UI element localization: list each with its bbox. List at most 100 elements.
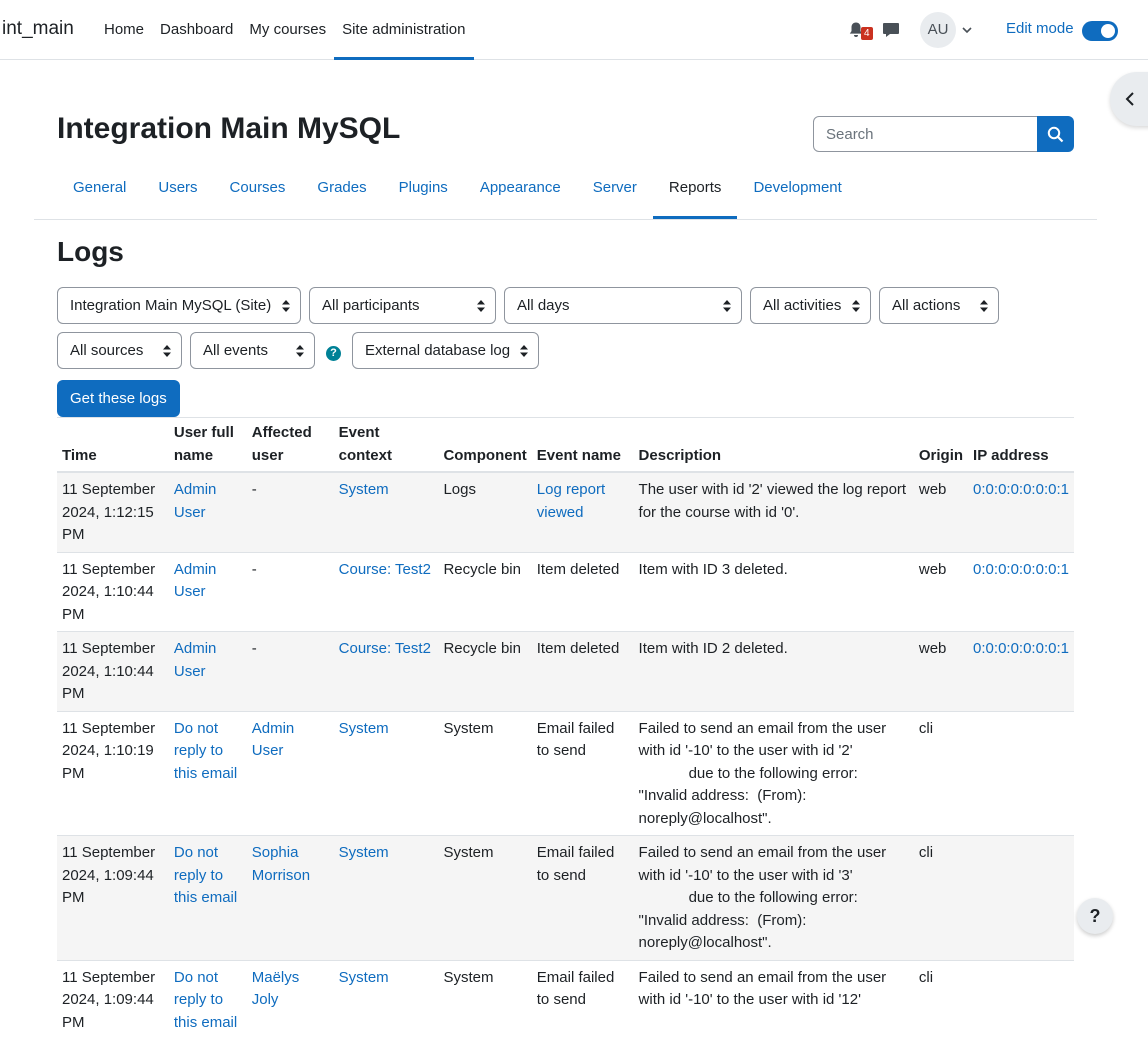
cell-time: 11 September 2024, 1:09:44 PM (57, 959, 169, 1039)
cell-event-name: Item deleted (531, 551, 634, 632)
search-button[interactable] (1037, 116, 1074, 152)
cell-ip-address (968, 835, 1074, 960)
activities-select[interactable]: All activities (750, 287, 871, 324)
cell-affected-user: - (246, 551, 334, 632)
nav-item-my-courses[interactable]: My courses (241, 0, 334, 60)
site-brand[interactable]: int_main (2, 18, 74, 40)
cell-event-name: Email failed to send (531, 959, 634, 1039)
cell-affected-user: - (246, 471, 334, 552)
actions-select-value: All actions (892, 297, 961, 314)
cell-time: 11 September 2024, 1:10:19 PM (57, 710, 169, 836)
message-icon[interactable] (882, 22, 900, 38)
cell-description: Failed to send an email from the user wi… (633, 710, 914, 836)
cell-time: 11 September 2024, 1:10:44 PM (57, 551, 169, 632)
select-arrows-icon (980, 300, 988, 312)
days-select[interactable]: All days (504, 287, 742, 324)
cell-component: System (438, 835, 532, 960)
user-link[interactable]: Admin User (174, 640, 217, 680)
days-select-value: All days (517, 297, 570, 314)
select-arrows-icon (723, 300, 731, 312)
context-link[interactable]: System (339, 844, 389, 861)
affected-user-link[interactable]: Admin User (252, 720, 295, 760)
table-row: 11 September 2024, 1:09:44 PM Do not rep… (57, 959, 1074, 1039)
user-avatar[interactable]: AU (920, 12, 956, 48)
user-link[interactable]: Admin User (174, 561, 217, 601)
affected-user-link[interactable]: Sophia Morrison (252, 844, 310, 884)
user-link[interactable]: Do not reply to this email (174, 720, 237, 782)
tab-appearance[interactable]: Appearance (464, 160, 577, 219)
column-header-event-context[interactable]: Event context (333, 417, 439, 473)
select-arrows-icon (296, 345, 304, 357)
table-row: 11 September 2024, 1:10:44 PM Admin User… (57, 551, 1074, 632)
tab-development[interactable]: Development (737, 160, 857, 219)
event-name-link[interactable]: Log report viewed (537, 481, 605, 521)
ip-address-link[interactable]: 0:0:0:0:0:0:0:1 (973, 561, 1069, 578)
cell-ip-address (968, 959, 1074, 1039)
context-link[interactable]: System (339, 969, 389, 986)
get-logs-button[interactable]: Get these logs (57, 380, 180, 417)
cell-event-name: Email failed to send (531, 835, 634, 960)
select-arrows-icon (163, 345, 171, 357)
context-link[interactable]: System (339, 720, 389, 737)
cell-description: Failed to send an email from the user wi… (633, 959, 914, 1039)
tab-reports[interactable]: Reports (652, 160, 738, 219)
help-button[interactable]: ? (1077, 898, 1113, 934)
column-header-ip-address[interactable]: IP address (968, 417, 1074, 473)
course-select[interactable]: Integration Main MySQL (Site) (57, 287, 301, 324)
column-header-component[interactable]: Component (438, 417, 532, 473)
sources-select-value: All sources (70, 342, 144, 359)
tab-server[interactable]: Server (577, 160, 653, 219)
search-input[interactable] (813, 116, 1038, 152)
column-header-description[interactable]: Description (633, 417, 914, 473)
cell-component: System (438, 959, 532, 1039)
column-header-affected-user[interactable]: Affected user (246, 417, 334, 473)
events-select[interactable]: All events (190, 332, 315, 369)
help-icon[interactable]: ? (326, 346, 341, 361)
cell-description: Item with ID 2 deleted. (633, 631, 914, 711)
tab-users[interactable]: Users (142, 160, 213, 219)
nav-item-home[interactable]: Home (96, 0, 152, 60)
cell-origin: cli (913, 835, 969, 960)
activities-select-value: All activities (763, 297, 842, 314)
edit-mode-label: Edit mode (1006, 20, 1074, 37)
context-link[interactable]: System (339, 481, 389, 498)
column-header-origin[interactable]: Origin (913, 417, 969, 473)
context-link[interactable]: Course: Test2 (339, 561, 431, 578)
tab-plugins[interactable]: Plugins (383, 160, 464, 219)
user-link[interactable]: Admin User (174, 481, 217, 521)
tab-grades[interactable]: Grades (301, 160, 382, 219)
table-row: 11 September 2024, 1:12:15 PM Admin User… (57, 471, 1074, 552)
participants-select[interactable]: All participants (309, 287, 496, 324)
cell-origin: web (913, 551, 969, 632)
cell-component: Recycle bin (438, 631, 532, 711)
actions-select[interactable]: All actions (879, 287, 999, 324)
open-block-drawer-button[interactable] (1110, 72, 1148, 126)
column-header-time[interactable]: Time (57, 417, 169, 473)
user-link[interactable]: Do not reply to this email (174, 969, 237, 1031)
select-arrows-icon (282, 300, 290, 312)
affected-user-link[interactable]: Maëlys Joly (252, 969, 300, 1009)
column-header-user[interactable]: User full name (168, 417, 247, 473)
cell-event-name: Item deleted (531, 631, 634, 711)
tab-courses[interactable]: Courses (214, 160, 302, 219)
ip-address-link[interactable]: 0:0:0:0:0:0:0:1 (973, 640, 1069, 657)
cell-description: Failed to send an email from the user wi… (633, 835, 914, 960)
column-header-event-name[interactable]: Event name (531, 417, 634, 473)
edit-mode-toggle[interactable] (1082, 21, 1118, 41)
nav-item-site-administration[interactable]: Site administration (334, 0, 474, 60)
chevron-down-icon[interactable] (962, 26, 972, 34)
user-link[interactable]: Do not reply to this email (174, 844, 237, 906)
sources-select[interactable]: All sources (57, 332, 182, 369)
participants-select-value: All participants (322, 297, 420, 314)
admin-secondary-navigation: General Users Courses Grades Plugins App… (34, 160, 1097, 220)
cell-time: 11 September 2024, 1:10:44 PM (57, 631, 169, 711)
ip-address-link[interactable]: 0:0:0:0:0:0:0:1 (973, 481, 1069, 498)
search-icon (1047, 126, 1064, 143)
log-reader-select[interactable]: External database log (352, 332, 539, 369)
tab-general[interactable]: General (57, 160, 142, 219)
cell-component: Logs (438, 471, 532, 552)
nav-item-dashboard[interactable]: Dashboard (152, 0, 241, 60)
cell-component: Recycle bin (438, 551, 532, 632)
table-row: 11 September 2024, 1:10:19 PM Do not rep… (57, 710, 1074, 836)
context-link[interactable]: Course: Test2 (339, 640, 431, 657)
